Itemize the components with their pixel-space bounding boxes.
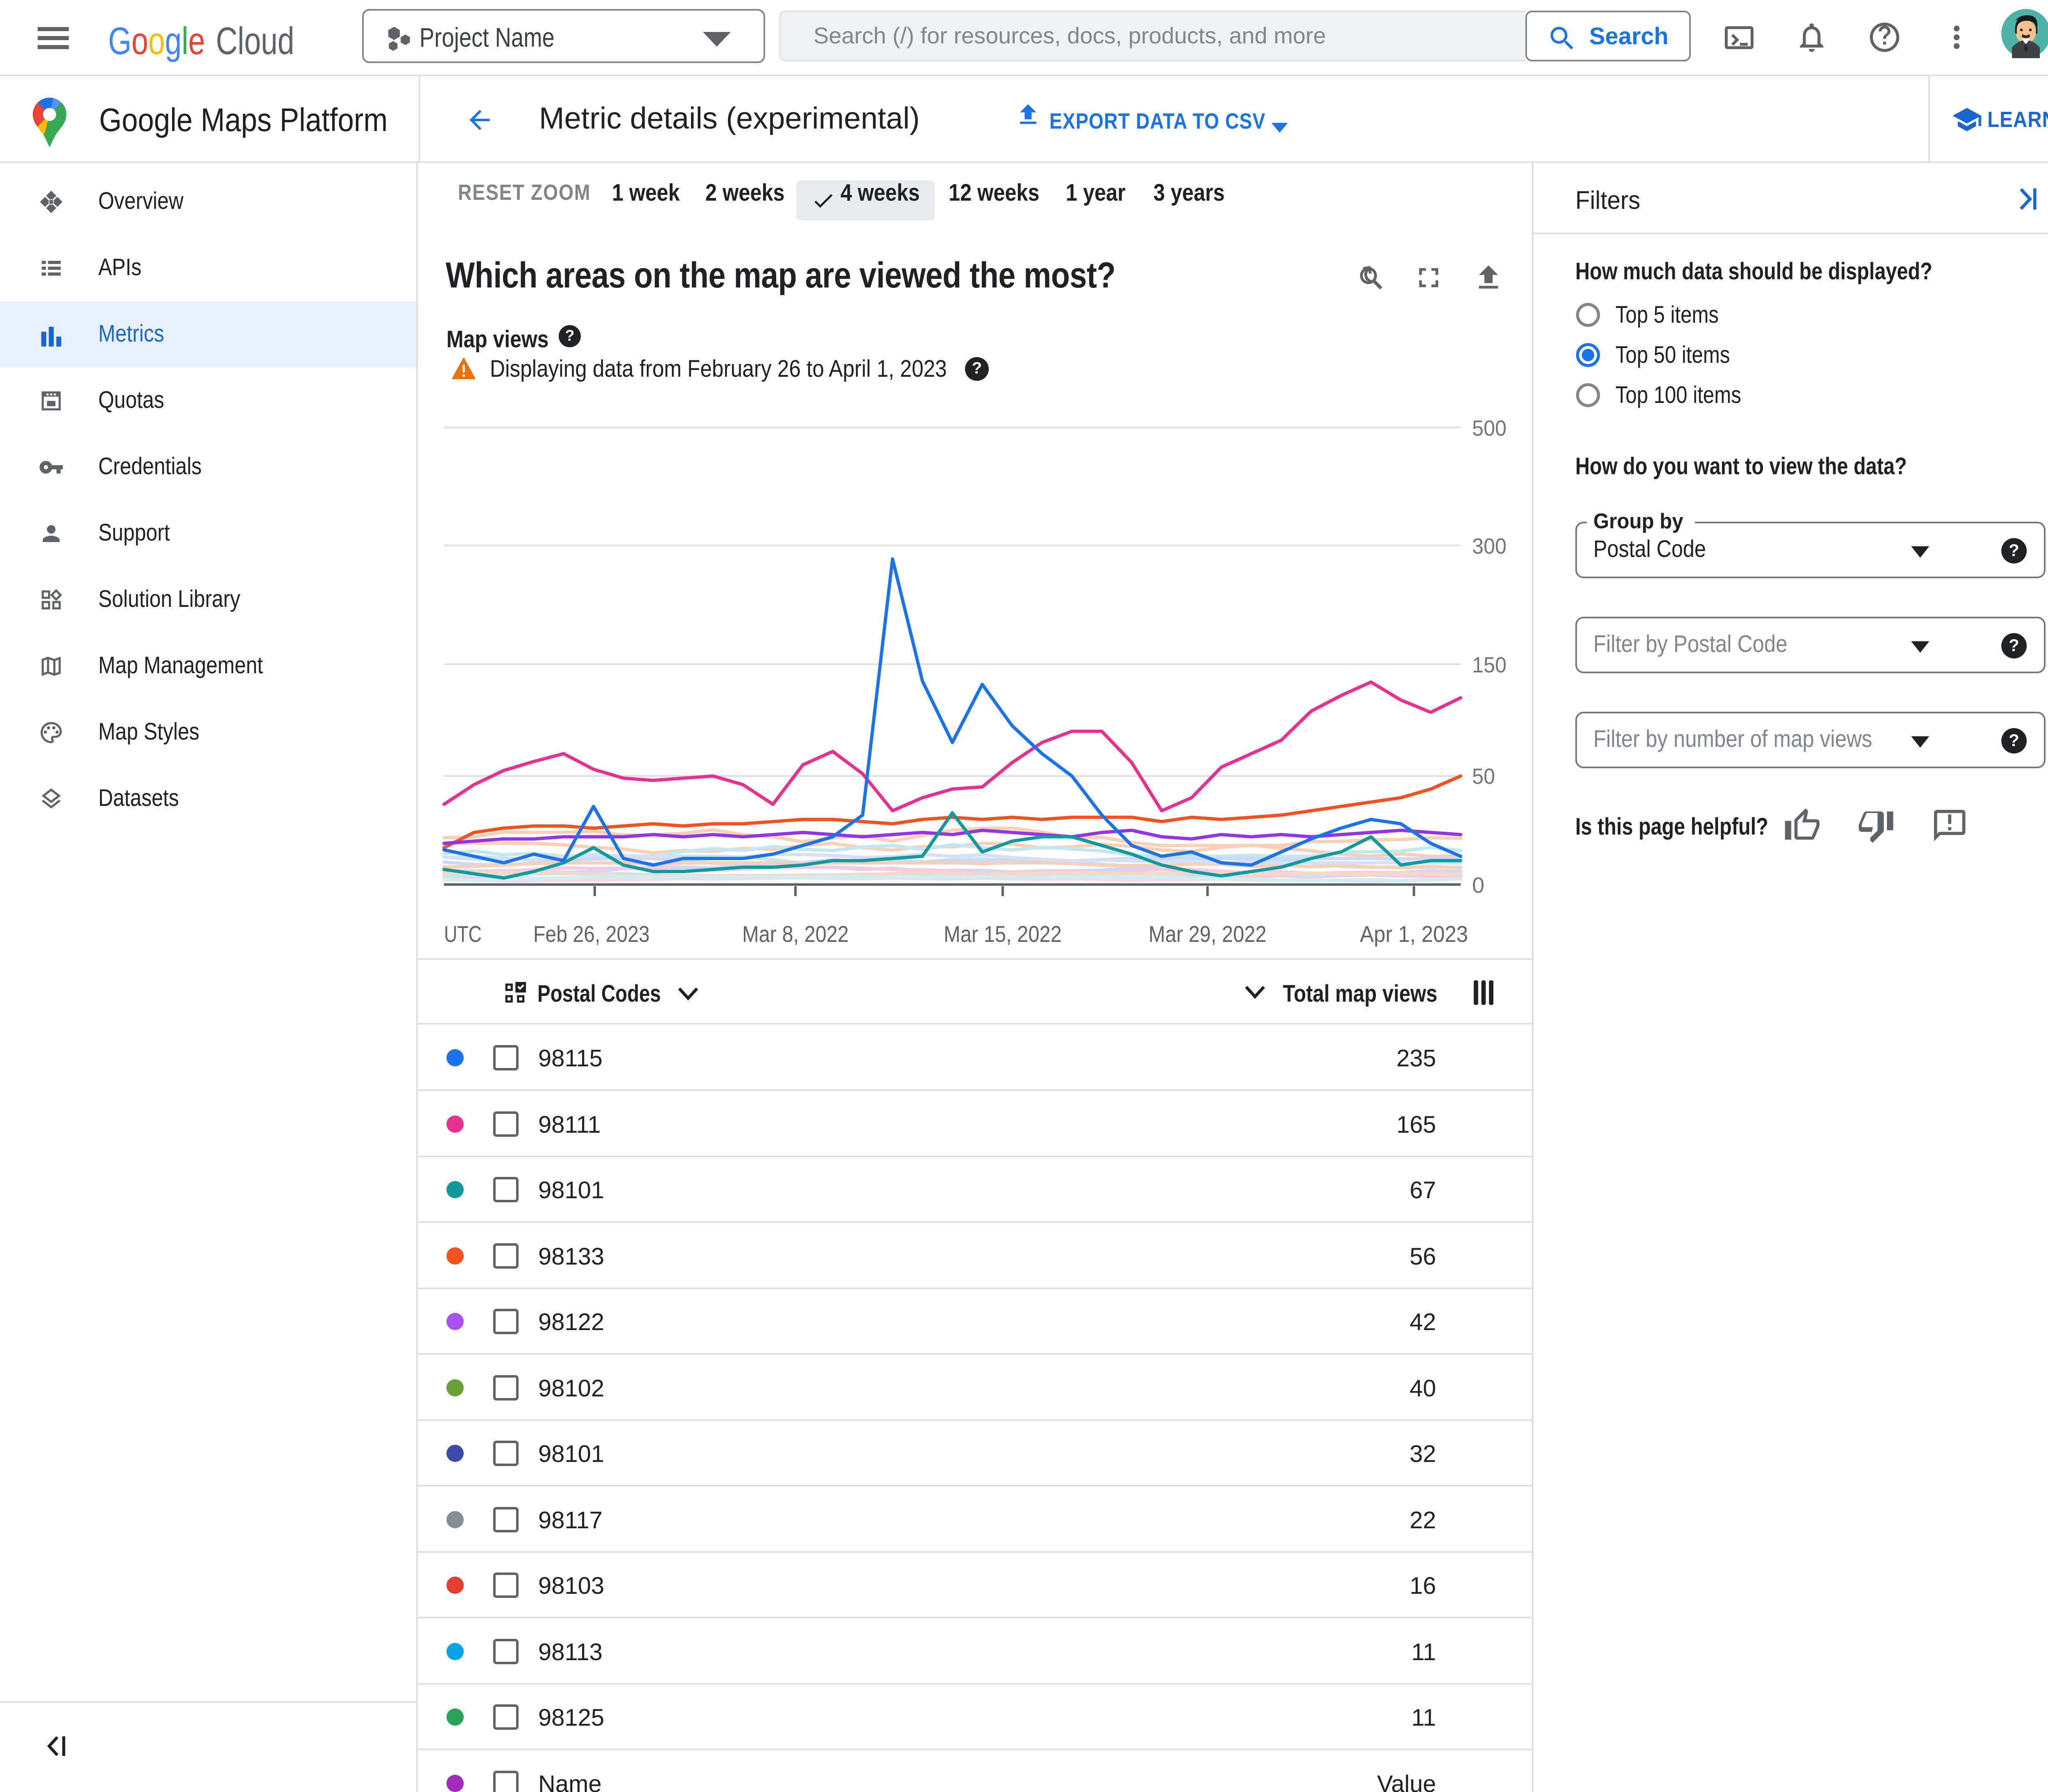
svg-text:0: 0 (1472, 873, 1484, 898)
svg-text:50: 50 (1472, 764, 1495, 789)
svg-text:Apr 1, 2023: Apr 1, 2023 (1360, 921, 1468, 947)
svg-text:Mar 8, 2022: Mar 8, 2022 (742, 921, 849, 947)
svg-text:Feb 26, 2023: Feb 26, 2023 (533, 921, 650, 947)
svg-text:500: 500 (1472, 416, 1507, 441)
svg-text:150: 150 (1472, 653, 1507, 677)
svg-text:300: 300 (1472, 534, 1507, 559)
svg-text:UTC: UTC (444, 921, 482, 947)
svg-text:Mar 15, 2022: Mar 15, 2022 (944, 921, 1062, 947)
svg-text:Mar 29, 2022: Mar 29, 2022 (1149, 921, 1266, 947)
